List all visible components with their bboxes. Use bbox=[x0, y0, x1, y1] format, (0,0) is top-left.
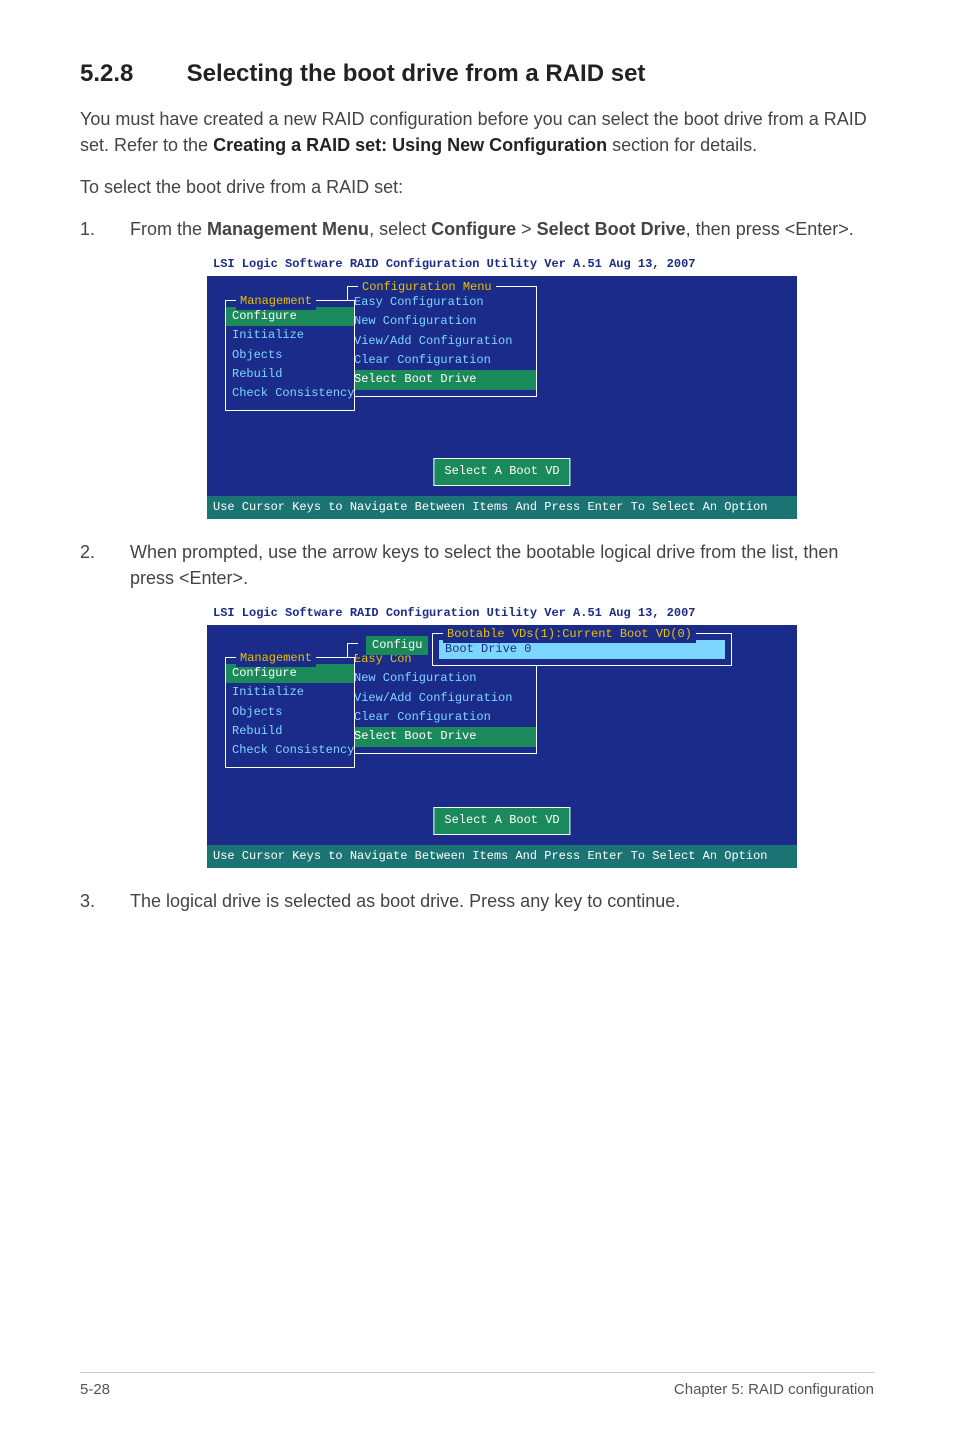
conf-item-viewadd: View/Add Configuration bbox=[348, 689, 536, 708]
bios-titlebar: LSI Logic Software RAID Configuration Ut… bbox=[207, 254, 797, 275]
step-1: From the Management Menu, select Configu… bbox=[80, 216, 874, 519]
intro-paragraph-1: You must have created a new RAID configu… bbox=[80, 106, 874, 158]
configuration-menu-box: Configuration Menu Easy Configuration Ne… bbox=[347, 286, 537, 397]
mgmt-item-initialize: Initialize bbox=[226, 326, 354, 345]
conf-item-clear: Clear Configuration bbox=[348, 351, 536, 370]
section-number: 5.2.8 bbox=[80, 60, 180, 88]
mgmt-item-rebuild: Rebuild bbox=[226, 722, 354, 741]
steps-list: From the Management Menu, select Configu… bbox=[80, 216, 874, 914]
conf-item-clear: Clear Configuration bbox=[348, 708, 536, 727]
section-heading: 5.2.8 Selecting the boot drive from a RA… bbox=[80, 60, 874, 88]
bios-prompt-box: Select A Boot VD bbox=[433, 458, 570, 485]
mgmt-item-objects: Objects bbox=[226, 346, 354, 365]
bios-footer-text: Use Cursor Keys to Navigate Between Item… bbox=[207, 845, 797, 868]
chapter-label: Chapter 5: RAID configuration bbox=[674, 1381, 874, 1398]
bootable-vds-box: Bootable VDs(1):Current Boot VD(0) Boot … bbox=[432, 633, 732, 666]
management-menu-title: Management bbox=[236, 293, 316, 310]
mgmt-item-check: Check Consistency bbox=[226, 384, 354, 403]
mgmt-item-initialize: Initialize bbox=[226, 683, 354, 702]
conf-item-select-boot-drive: Select Boot Drive bbox=[348, 370, 536, 389]
step-2: When prompted, use the arrow keys to sel… bbox=[80, 539, 874, 868]
bios-body: Configuration Menu Easy Configuration Ne… bbox=[207, 276, 797, 496]
mgmt-item-objects: Objects bbox=[226, 703, 354, 722]
mgmt-item-rebuild: Rebuild bbox=[226, 365, 354, 384]
conf-item-select-boot-drive: Select Boot Drive bbox=[348, 727, 536, 746]
bios-body: Configu Easy Con New Configuration View/… bbox=[207, 625, 797, 845]
bootable-vds-title: Bootable VDs(1):Current Boot VD(0) bbox=[443, 626, 696, 643]
section-title: Selecting the boot drive from a RAID set bbox=[187, 60, 646, 87]
page-number: 5-28 bbox=[80, 1381, 110, 1398]
bios-screenshot-2: LSI Logic Software RAID Configuration Ut… bbox=[207, 603, 797, 868]
bios-screenshot-1: LSI Logic Software RAID Configuration Ut… bbox=[207, 254, 797, 519]
intro-paragraph-2: To select the boot drive from a RAID set… bbox=[80, 174, 874, 200]
bios-prompt-box: Select A Boot VD bbox=[433, 807, 570, 834]
page-footer: 5-28 Chapter 5: RAID configuration bbox=[80, 1372, 874, 1398]
conf-item-new: New Configuration bbox=[348, 312, 536, 331]
management-menu-title: Management bbox=[236, 650, 316, 667]
mgmt-item-check: Check Consistency bbox=[226, 741, 354, 760]
conf-item-new: New Configuration bbox=[348, 669, 536, 688]
configuration-menu-title-trunc: Configu bbox=[358, 636, 432, 655]
management-menu-box: Management Configure Initialize Objects … bbox=[225, 657, 355, 768]
configuration-menu-title: Configuration Menu bbox=[358, 279, 496, 296]
bios-footer-text: Use Cursor Keys to Navigate Between Item… bbox=[207, 496, 797, 519]
bios-titlebar: LSI Logic Software RAID Configuration Ut… bbox=[207, 603, 797, 624]
step-3: The logical drive is selected as boot dr… bbox=[80, 888, 874, 914]
conf-item-viewadd: View/Add Configuration bbox=[348, 332, 536, 351]
management-menu-box: Management Configure Initialize Objects … bbox=[225, 300, 355, 411]
